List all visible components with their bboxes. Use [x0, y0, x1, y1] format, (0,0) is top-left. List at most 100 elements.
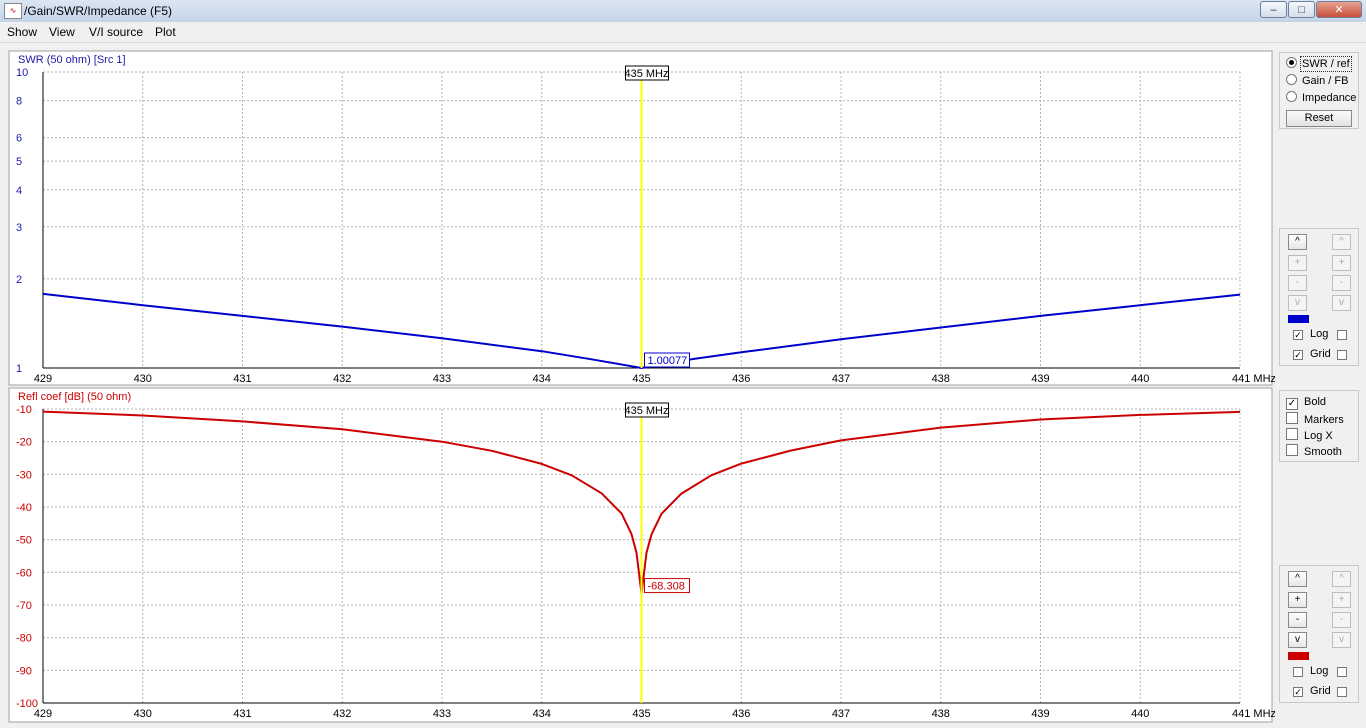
swr-marker-label: 435 MHz — [624, 68, 668, 80]
swr-x-tick-label: 434 — [533, 373, 551, 385]
refl-x-tick-label: 437 — [832, 708, 850, 720]
maximize-button[interactable]: □ — [1288, 1, 1315, 18]
refl-y-tick-label: -70 — [16, 600, 32, 612]
swr-left-down-button[interactable]: v — [1288, 295, 1307, 311]
radio-impedance[interactable]: Impedance — [1286, 91, 1356, 106]
swr-left-minus-button[interactable]: - — [1288, 275, 1307, 291]
swr-y-tick-label: 8 — [16, 96, 22, 108]
swr-y-tick-label: 5 — [16, 156, 22, 168]
swr-log-checkbox[interactable]: ✓ — [1293, 330, 1303, 340]
log-x-checkbox[interactable]: Log X — [1286, 428, 1333, 443]
refl-right-minus-button[interactable]: - — [1332, 612, 1351, 628]
refl-x-tick-label: 435 — [632, 708, 650, 720]
swr-log-label: Log — [1310, 328, 1329, 340]
swr-y-tick-label: 4 — [16, 185, 22, 197]
swr-x-tick-label: 440 — [1131, 373, 1149, 385]
swr-y-tick-label: 1 — [16, 363, 22, 375]
checkbox-box: ✓ — [1286, 398, 1298, 410]
refl-left-down-button[interactable]: v — [1288, 632, 1307, 648]
close-button[interactable]: ✕ — [1316, 1, 1362, 18]
plot-type-panel: SWR / ref Gain / FB Impedance Reset — [1279, 52, 1359, 129]
refl-right-up-button[interactable]: ^ — [1332, 571, 1351, 587]
swr-grid-checkbox[interactable]: ✓ — [1293, 350, 1303, 360]
swr-x-tick-label: 430 — [134, 373, 152, 385]
reset-button[interactable]: Reset — [1286, 110, 1352, 127]
refl-left-plus-button[interactable]: + — [1288, 592, 1307, 608]
swr-color-swatch[interactable] — [1288, 315, 1309, 323]
refl-grid-checkbox[interactable]: ✓ — [1293, 687, 1303, 697]
checkbox-label: Markers — [1304, 414, 1344, 426]
refl-x-tick-label: 432 — [333, 708, 351, 720]
swr-x-tick-label: 429 — [34, 373, 52, 385]
refl-x-tick-label: 433 — [433, 708, 451, 720]
refl-x-tick-label: 440 — [1131, 708, 1149, 720]
swr-x-tick-label: 438 — [932, 373, 950, 385]
refl-x-tick-label: 430 — [134, 708, 152, 720]
refl-x-tick-label: 434 — [533, 708, 551, 720]
swr-grid-label: Grid — [1310, 348, 1331, 360]
smooth-checkbox[interactable]: Smooth — [1286, 444, 1342, 459]
radio-indicator — [1286, 57, 1297, 68]
swr-readout-value: 1.00077 — [648, 355, 688, 367]
swr-left-plus-button[interactable]: + — [1288, 255, 1307, 271]
checkbox-label: Log X — [1304, 430, 1333, 442]
swr-x-tick-label: 441 MHz — [1232, 373, 1275, 385]
refl-log-checkbox[interactable] — [1293, 667, 1303, 677]
swr-scale-panel: ^ ^ + + - - v v ✓ Log ✓ Grid — [1279, 228, 1359, 366]
radio-indicator — [1286, 74, 1297, 85]
checkbox-box — [1286, 412, 1298, 424]
refl-readout-value: -68.308 — [648, 581, 685, 593]
refl-left-up-button[interactable]: ^ — [1288, 571, 1307, 587]
refl-y-tick-label: -30 — [16, 469, 32, 481]
swr-y-tick-label: 3 — [16, 222, 22, 234]
checkbox-box — [1286, 444, 1298, 456]
checkbox-label: Smooth — [1304, 446, 1342, 458]
swr-right-up-button[interactable]: ^ — [1332, 234, 1351, 250]
charts-area: 108654321429 430 431 432 433 434 435 436 437 438 4… — [8, 50, 1275, 723]
swr-right-log-checkbox[interactable] — [1337, 330, 1347, 340]
radio-label: Impedance — [1302, 92, 1357, 104]
refl-y-tick-label: -50 — [16, 535, 32, 547]
refl-x-tick-label: 431 — [233, 708, 251, 720]
refl-x-tick-label: 429 — [34, 708, 52, 720]
refl-right-down-button[interactable]: v — [1332, 632, 1351, 648]
refl-x-tick-label: 439 — [1031, 708, 1049, 720]
refl-y-tick-label: -60 — [16, 567, 32, 579]
radio-gain-fb[interactable]: Gain / FB — [1286, 74, 1348, 89]
swr-y-tick-label: 2 — [16, 274, 22, 286]
refl-right-log-checkbox[interactable] — [1337, 667, 1347, 677]
refl-y-tick-label: -10 — [16, 404, 32, 416]
refl-chart-title: Refl coef [dB] (50 ohm) — [18, 391, 131, 403]
swr-left-up-button[interactable]: ^ — [1288, 234, 1307, 250]
refl-y-tick-label: -20 — [16, 437, 32, 449]
radio-swr-ref[interactable]: SWR / ref — [1286, 56, 1352, 72]
refl-right-plus-button[interactable]: + — [1332, 592, 1351, 608]
swr-right-grid-checkbox[interactable] — [1337, 350, 1347, 360]
checkbox-box — [1286, 428, 1298, 440]
refl-y-tick-label: -40 — [16, 502, 32, 514]
bold-checkbox[interactable]: ✓ Bold — [1286, 396, 1326, 411]
refl-log-label: Log — [1310, 665, 1329, 677]
refl-x-tick-label: 441 MHz — [1232, 708, 1275, 720]
refl-x-tick-label: 436 — [732, 708, 750, 720]
swr-x-tick-label: 436 — [732, 373, 750, 385]
checkbox-label: Bold — [1304, 396, 1327, 408]
refl-grid-label: Grid — [1310, 685, 1331, 697]
radio-label: Gain / FB — [1302, 75, 1349, 87]
swr-right-minus-button[interactable]: - — [1332, 275, 1351, 291]
swr-x-tick-label: 431 — [233, 373, 251, 385]
options-panel: ✓ Bold Markers Log X Smooth — [1279, 390, 1359, 462]
swr-x-tick-label: 435 — [632, 373, 650, 385]
swr-y-tick-label: 6 — [16, 133, 22, 145]
refl-left-minus-button[interactable]: - — [1288, 612, 1307, 628]
refl-color-swatch[interactable] — [1288, 652, 1309, 660]
swr-y-tick-label: 10 — [16, 67, 28, 79]
swr-x-tick-label: 432 — [333, 373, 351, 385]
refl-y-tick-label: -90 — [16, 665, 32, 677]
swr-right-down-button[interactable]: v — [1332, 295, 1351, 311]
radio-label: SWR / ref — [1300, 56, 1352, 72]
swr-right-plus-button[interactable]: + — [1332, 255, 1351, 271]
markers-checkbox[interactable]: Markers — [1286, 412, 1344, 427]
refl-right-grid-checkbox[interactable] — [1337, 687, 1347, 697]
radio-indicator — [1286, 91, 1297, 102]
